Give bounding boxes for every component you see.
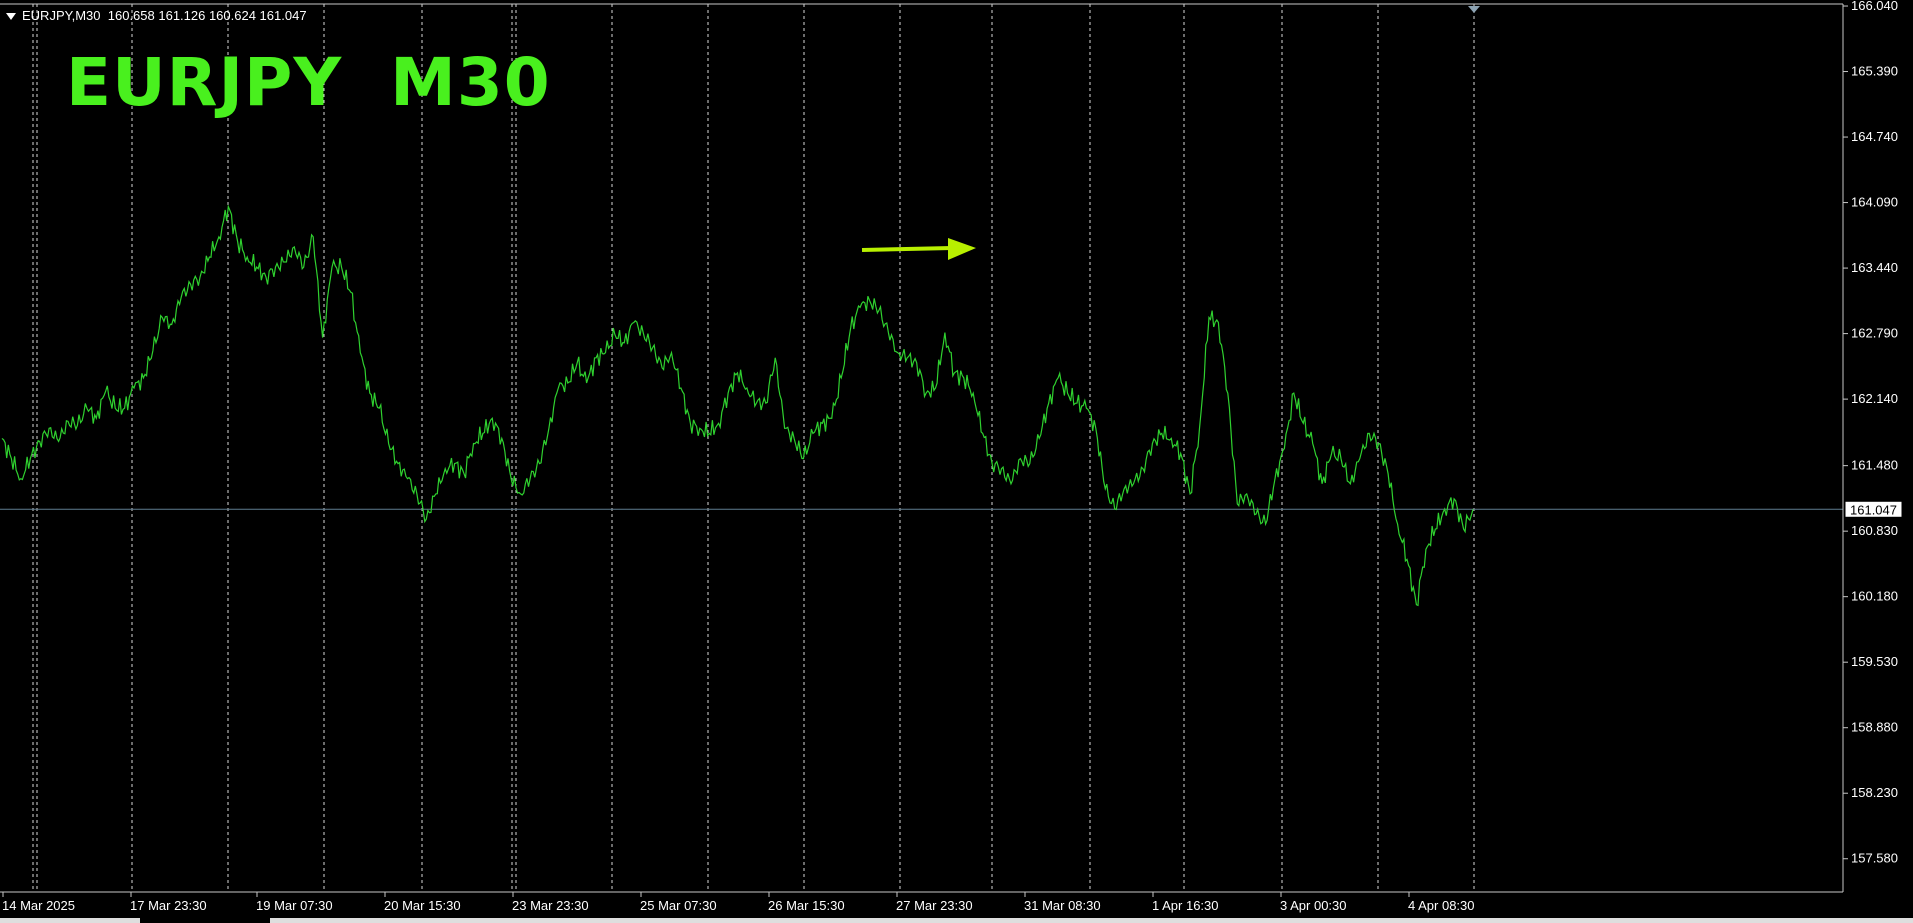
y-tick-label: 157.580 [1851, 851, 1898, 866]
x-tick-label: 19 Mar 07:30 [256, 898, 333, 913]
y-tick-label: 165.390 [1851, 64, 1898, 79]
x-tick-label: 23 Mar 23:30 [512, 898, 589, 913]
y-tick-label: 158.230 [1851, 785, 1898, 800]
y-tick-label: 160.830 [1851, 523, 1898, 538]
axis-layer [0, 3, 1844, 893]
x-tick-label: 3 Apr 00:30 [1280, 898, 1347, 913]
x-tick-label: 4 Apr 08:30 [1408, 898, 1475, 913]
y-axis-ticks: 166.040 165.390 164.740 164.090 163.440 162.7… [1843, 0, 1898, 866]
y-tick-label: 163.440 [1851, 260, 1898, 275]
y-tick-label: 164.740 [1851, 129, 1898, 144]
x-tick-label: 14 Mar 2025 [2, 898, 75, 913]
x-tick-label: 26 Mar 15:30 [768, 898, 845, 913]
chart-header: EURJPY,M30 160.658 161.126 160.624 161.0… [6, 8, 307, 23]
chart-canvas[interactable]: 166.040 165.390 164.740 164.090 163.440 162.7… [0, 0, 1913, 923]
y-tick-label: 166.040 [1851, 0, 1898, 13]
price-series-line [1, 204, 1474, 607]
symbol-timeframe-label: EURJPY M30 [66, 44, 551, 121]
arrow-shaft [861, 246, 953, 252]
price-tag-layer: 161.047 [1844, 500, 1903, 518]
current-price-label: 161.047 [1850, 502, 1897, 517]
y-tick-label: 162.790 [1851, 326, 1898, 341]
y-tick-label: 158.880 [1851, 720, 1898, 735]
arrow-head-icon [948, 238, 976, 260]
y-tick-label: 159.530 [1851, 654, 1898, 669]
dropdown-triangle-icon[interactable] [6, 13, 16, 21]
y-tick-label: 164.090 [1851, 195, 1898, 210]
arrow-annotation[interactable] [861, 238, 976, 260]
grid-layer [32, 4, 1475, 892]
chart-shift-icon[interactable] [1468, 6, 1480, 13]
y-tick-label: 160.180 [1851, 589, 1898, 604]
chart-window[interactable]: 166.040 165.390 164.740 164.090 163.440 162.7… [0, 0, 1913, 923]
symbol-label: EURJPY,M30 [22, 8, 101, 23]
x-tick-label: 27 Mar 23:30 [896, 898, 973, 913]
x-tick-label: 1 Apr 16:30 [1152, 898, 1219, 913]
bottom-tab-strip [0, 918, 1913, 923]
ohlc-values: 160.658 161.126 160.624 161.047 [107, 8, 307, 23]
x-tick-label: 20 Mar 15:30 [384, 898, 461, 913]
x-axis-ticks: 14 Mar 2025 17 Mar 23:30 19 Mar 07:30 20 Ma… [2, 892, 1475, 913]
x-tick-label: 17 Mar 23:30 [130, 898, 207, 913]
y-tick-label: 162.140 [1851, 391, 1898, 406]
y-tick-label: 161.480 [1851, 458, 1898, 473]
x-tick-label: 25 Mar 07:30 [640, 898, 717, 913]
x-tick-label: 31 Mar 08:30 [1024, 898, 1101, 913]
tab-strip-right[interactable] [270, 918, 1913, 923]
series-layer [1, 204, 1474, 607]
tab-strip-left[interactable] [0, 918, 140, 923]
